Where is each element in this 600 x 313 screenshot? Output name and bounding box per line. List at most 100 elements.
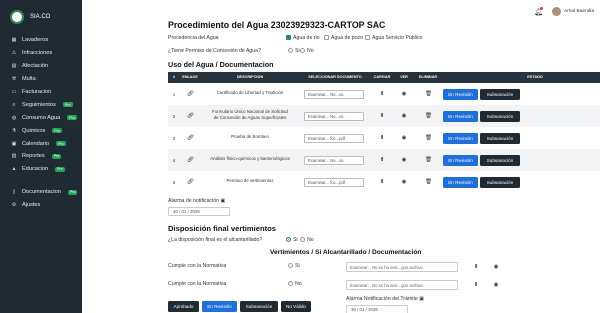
upload-icon[interactable]: ⬆ [379,91,385,97]
permit-yes[interactable]: Si [288,48,300,54]
sidebar-item-infracciones[interactable]: ⚠ Infracciones [0,47,82,60]
sidebar-item-afectacion[interactable]: ▤ Afectación [0,60,82,73]
procedure-alarm-date[interactable]: 30 / 01 / 2025 [346,305,408,313]
radio[interactable] [300,237,305,243]
link-icon[interactable]: 🔗︎ [187,91,194,97]
status-in-review-button[interactable]: En Revisión [443,133,478,144]
radio[interactable] [288,281,293,287]
eye-icon[interactable]: ◉ [401,179,407,185]
eye-icon[interactable]: ◉ [493,282,499,288]
option-public-water[interactable]: Agua Servicio Público [365,35,422,41]
file-input[interactable]: Examinar... No...vo. [304,90,364,99]
checkbox[interactable] [324,35,329,41]
status-in-review-button[interactable]: En Revisión [443,111,478,122]
eye-icon[interactable]: ◉ [401,157,407,163]
upload-icon[interactable]: ⬆ [473,282,479,288]
fix-button[interactable]: Subsanación [480,133,520,144]
sidebar-item-documentacion[interactable]: ▯ Documentacion Pro [0,186,82,199]
option-label: No [307,237,314,243]
radio-checked[interactable] [286,237,291,243]
sidebar-item-calendario[interactable]: ▣ Calendario Pro [0,137,82,150]
checkbox[interactable] [365,35,370,41]
eye-icon[interactable]: ◉ [401,135,407,141]
fix-button[interactable]: Subsanación [480,177,520,188]
permit-no[interactable]: No [300,48,314,54]
sewer-yes[interactable]: Si [286,237,298,243]
upload-icon[interactable]: ⬆ [379,179,385,185]
procedure-alarm-label: Alarma Notificación del Trámite ▣ [346,296,424,302]
col-select-document: SELECCIONAR DOCUMENTO [308,75,362,79]
status-in-review-button[interactable]: En Revisión [443,155,478,166]
bell-icon[interactable]: 🔔︎ [534,7,543,16]
table-header: # ENLACE DESCRIPCION SELECCIONAR DOCUMEN… [168,72,600,83]
trash-icon[interactable]: 🗑︎ [425,179,432,185]
page-title: Procedimiento del Agua 23023929323-CARTO… [168,20,386,30]
logo-icon [10,10,24,24]
option-river-water[interactable]: Agua de rio [286,35,320,41]
user-name[interactable]: Arnol Buendia [564,9,594,14]
grid-icon: ▦ [11,37,17,44]
discharge-file-input-1[interactable]: Examinar... No se ha sele...gún archivo. [346,262,458,272]
sidebar-item-educacion[interactable]: ▲ Educacion Pro [0,163,82,176]
main-content: Procedimiento del Agua 23023929323-CARTO… [82,20,600,313]
fix-button[interactable]: Subsanación [480,111,520,122]
pro-badge: Pro [56,141,66,147]
trash-icon[interactable]: 🗑︎ [425,91,432,97]
eye-icon[interactable]: ◉ [401,91,407,97]
sewer-no[interactable]: No [300,237,314,243]
approved-button[interactable]: Aprobado [168,301,199,312]
complies-no[interactable]: No [288,281,302,287]
fix-button[interactable]: Subsanación [480,155,520,166]
file-input[interactable]: Examinar... No...vo. [304,156,364,165]
notification-date-input[interactable]: 30 / 01 / 2025 [168,207,230,216]
option-label: Si [295,48,300,54]
radio[interactable] [288,263,293,269]
link-icon[interactable]: 🔗︎ [187,135,194,141]
eye-icon[interactable]: ◉ [493,264,499,270]
sidebar-item-label: Documentacion [22,189,61,196]
upload-icon[interactable]: ⬆ [473,264,479,270]
link-icon[interactable]: 🔗︎ [187,157,194,163]
radio[interactable] [288,48,293,54]
fix-button[interactable]: Subsanación [240,301,278,312]
upload-icon[interactable]: ⬆ [379,135,385,141]
option-well-water[interactable]: Agua de pozo [324,35,363,41]
complies-yes[interactable]: Si [288,263,300,269]
fix-button[interactable]: Subsanación [480,89,520,100]
in-review-button[interactable]: En Revisión [202,301,237,312]
radio[interactable] [300,48,305,54]
sidebar-item-ajustes[interactable]: ⚙ Ajustes [0,199,82,212]
sidebar-item-facturacion[interactable]: ▭ Facturacion [0,86,82,99]
col-upload: CARGAR [373,75,391,79]
brand[interactable]: SIA.CO [0,0,82,34]
file-input[interactable]: Examinar... foc...pdf [304,178,364,187]
status-in-review-button[interactable]: En Revisión [443,89,478,100]
avatar[interactable] [552,7,561,16]
pro-badge: Pro [62,102,73,108]
sidebar-item-reportes[interactable]: ▧ Reportes Pro [0,150,82,163]
trash-icon[interactable]: 🗑︎ [425,135,432,141]
file-input[interactable]: Examinar... foc...pdf [304,134,364,143]
sidebar-item-quimicos[interactable]: ⚗ Quimicos Pro [0,124,82,137]
status-in-review-button[interactable]: En Revisión [443,177,478,188]
upload-icon[interactable]: ⬆ [379,113,385,119]
link-icon[interactable]: 🔗︎ [187,113,194,119]
eye-icon[interactable]: ◉ [401,113,407,119]
checkbox-checked[interactable] [286,35,291,41]
sidebar-item-label: Infracciones [22,50,53,57]
brand-name: SIA.CO [30,14,51,20]
trash-icon[interactable]: 🗑︎ [425,113,432,119]
invalid-button[interactable]: No Válido [281,301,311,312]
sidebar-item-seguimientos[interactable]: ≡ Seguimientos Pro [0,98,82,111]
sidebar-item-multa[interactable]: ⚒ Multa [0,73,82,86]
sidebar-item-lavaderos[interactable]: ▦ Lavaderos [0,34,82,47]
permit-question: ¿Tiene Permiso de Concesión de Agua? [168,48,261,54]
upload-icon[interactable]: ⬆ [379,157,385,163]
col-delete: ELIMINAR [418,75,438,79]
sidebar-item-consumo-agua[interactable]: ◍ Consumo Agua Pro [0,111,82,124]
file-input[interactable]: Examinar... No...vo. [304,112,364,121]
discharge-file-input-2[interactable]: Examinar... No se ha sele...gún archivo. [346,280,458,290]
col-view: VER [400,75,408,79]
trash-icon[interactable]: 🗑︎ [425,157,432,163]
link-icon[interactable]: 🔗︎ [187,179,194,185]
